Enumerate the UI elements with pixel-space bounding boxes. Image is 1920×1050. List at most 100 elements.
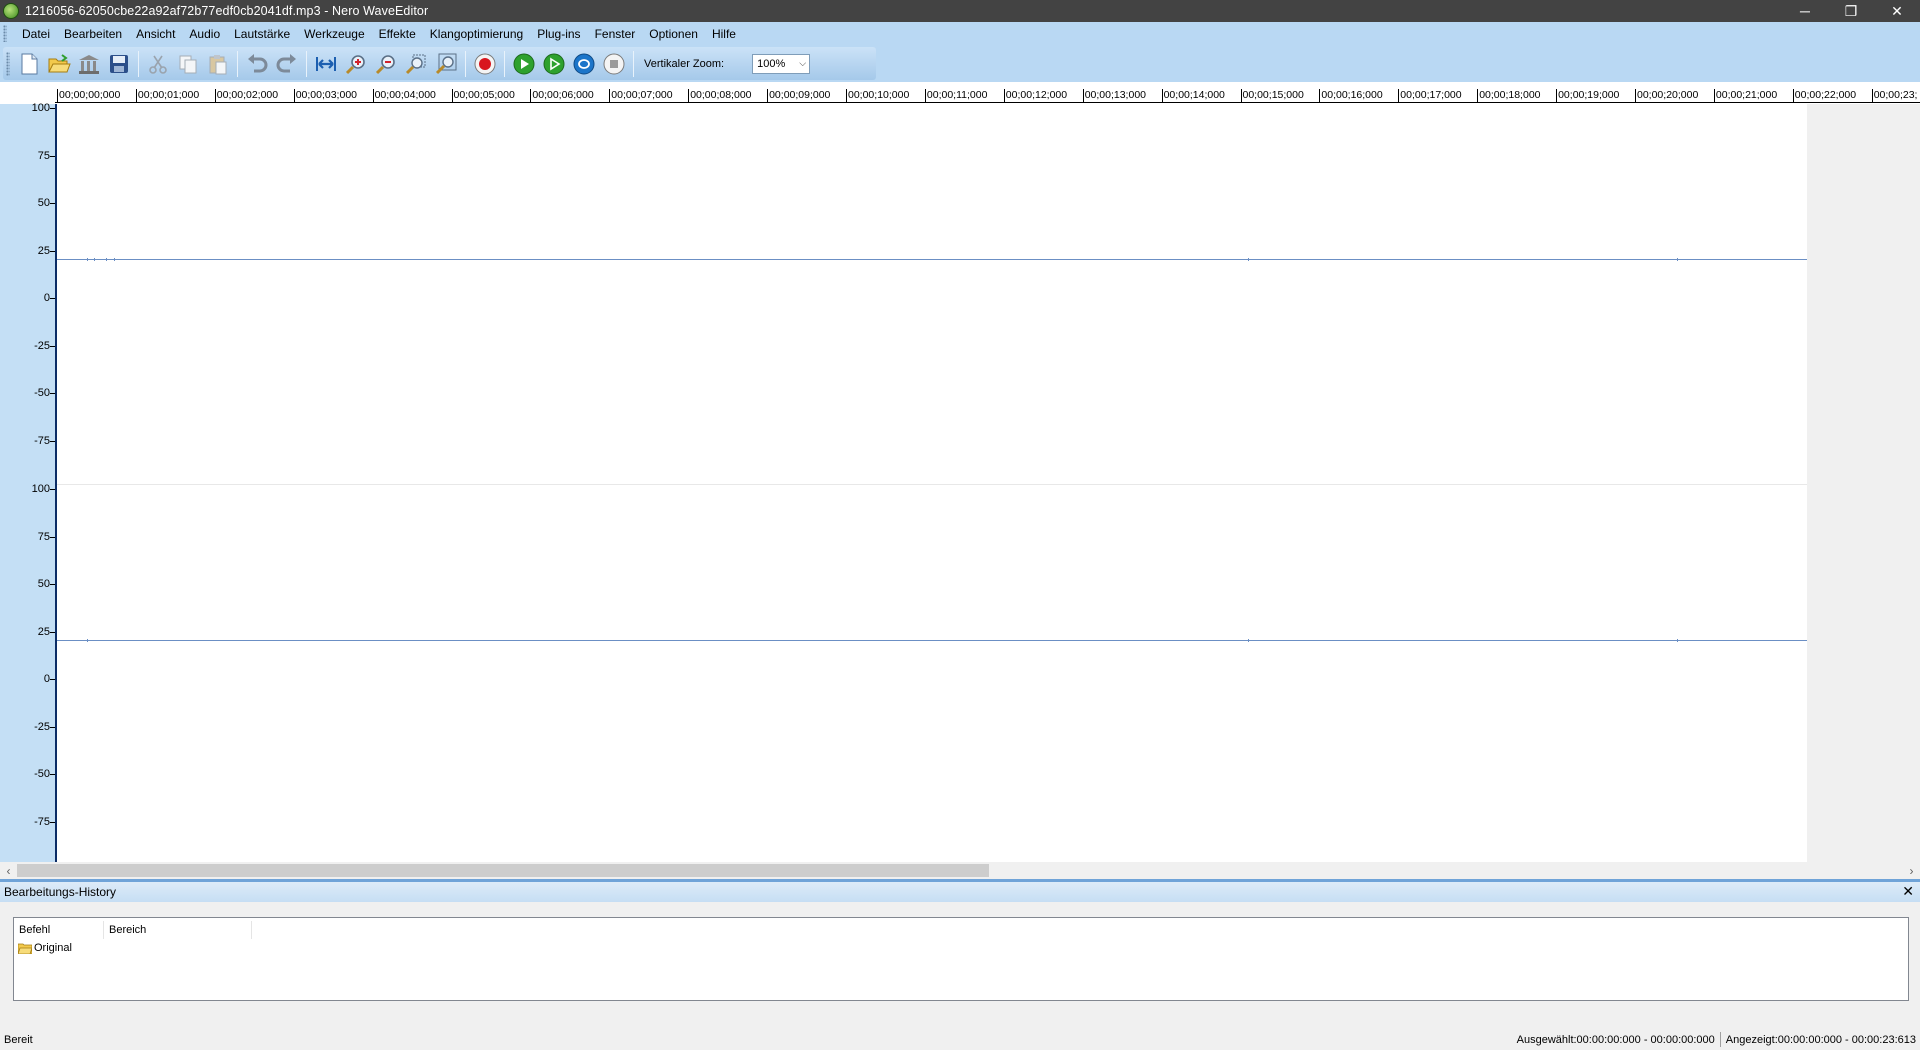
column-header-bereich[interactable]: Bereich	[104, 921, 252, 939]
loop-button[interactable]	[569, 49, 599, 79]
amplitude-label: 75	[37, 530, 50, 543]
history-list[interactable]: Befehl Bereich Original	[13, 917, 1909, 1001]
ruler-tick	[924, 89, 926, 103]
menu-lautstaerke[interactable]: Lautstärke	[227, 22, 297, 45]
cut-icon	[149, 55, 167, 74]
toolbar-grip[interactable]	[6, 51, 10, 76]
copy-button[interactable]	[173, 49, 203, 79]
history-row[interactable]: Original	[18, 942, 72, 954]
ruler-label: 00;00;15;000	[1242, 89, 1304, 101]
time-ruler[interactable]: 00;00;00;000 00;00;01;000 00;00;02;000 00;0…	[55, 86, 1920, 104]
ruler-label: 00;00;03;000	[295, 89, 357, 101]
menu-ansicht[interactable]: Ansicht	[129, 22, 182, 45]
ruler-label: 00;00;00;000	[59, 89, 121, 101]
library-button[interactable]	[74, 49, 104, 79]
undo-icon	[248, 53, 268, 72]
toolbar-area: Vertikaler Zoom: 100% ⌵	[0, 45, 1920, 82]
menu-grip[interactable]	[3, 25, 7, 42]
menu-fenster[interactable]: Fenster	[588, 22, 643, 45]
menu-werkzeuge[interactable]: Werkzeuge	[297, 22, 371, 45]
menu-hilfe[interactable]: Hilfe	[705, 22, 743, 45]
paste-button[interactable]	[203, 49, 233, 79]
channel-separator	[57, 484, 1807, 485]
zoom-selection-button[interactable]	[401, 49, 431, 79]
loop-icon	[573, 53, 595, 74]
close-button[interactable]: ✕	[1874, 0, 1920, 22]
fit-width-button[interactable]	[311, 49, 341, 79]
amplitude-tick	[50, 298, 55, 299]
ruler-tick	[1240, 89, 1242, 103]
menu-datei[interactable]: Datei	[15, 22, 57, 45]
history-close-button[interactable]: ✕	[1902, 883, 1914, 900]
channel2-waveform	[57, 640, 1807, 641]
zoom-fit-button[interactable]	[431, 49, 461, 79]
menu-audio[interactable]: Audio	[182, 22, 227, 45]
folder-icon	[18, 943, 32, 954]
menu-plugins[interactable]: Plug-ins	[530, 22, 587, 45]
amplitude-tick	[50, 489, 55, 490]
amplitude-label: -75	[34, 434, 50, 447]
zoom-fit-icon	[435, 53, 457, 74]
status-ready: Bereit	[4, 1033, 33, 1046]
waveform-blip	[94, 258, 95, 261]
play-button[interactable]	[509, 49, 539, 79]
menu-bearbeiten[interactable]: Bearbeiten	[57, 22, 129, 45]
amplitude-tick	[50, 631, 55, 633]
record-icon	[474, 53, 496, 74]
zoom-out-button[interactable]	[371, 49, 401, 79]
status-shown-range: Angezeigt:00:00:00:000 - 00:00:23:613	[1725, 1033, 1916, 1046]
new-file-button[interactable]	[14, 49, 44, 79]
toolbar-separator	[306, 50, 307, 77]
play-selection-button[interactable]	[539, 49, 569, 79]
amplitude-label: -50	[34, 768, 50, 780]
ruler-tick	[1398, 89, 1400, 103]
ruler-tick	[451, 89, 453, 103]
vertical-zoom-select[interactable]: 100% ⌵	[752, 53, 811, 74]
restore-button[interactable]: ❐	[1828, 0, 1874, 22]
status-selected-range: Ausgewählt:00:00:00:000 - 00:00:00:000	[1516, 1033, 1715, 1046]
ruler-label: 00;00;19;000	[1558, 89, 1620, 101]
record-button[interactable]	[470, 49, 500, 79]
ruler-label: 00;00;10;000	[848, 89, 910, 101]
redo-button[interactable]	[272, 49, 302, 79]
zoom-in-button[interactable]	[341, 49, 371, 79]
redo-icon	[276, 53, 296, 72]
play-selection-icon	[543, 53, 565, 74]
amplitude-label: 50	[37, 578, 50, 590]
waveform-canvas[interactable]	[57, 104, 1807, 863]
amplitude-axis: 100 75 50 25 0 -25 -50 -75 100 75 50 25 0 -25 -50 -75	[0, 102, 57, 863]
column-header-befehl[interactable]: Befehl	[14, 921, 104, 939]
horizontal-scrollbar[interactable]: ‹ ›	[0, 862, 1920, 879]
scroll-right-button[interactable]: ›	[1903, 862, 1920, 879]
vertical-zoom-label: Vertikaler Zoom:	[644, 57, 725, 70]
waveform-blip	[87, 639, 88, 642]
ruler-tick	[767, 89, 769, 103]
zoom-out-icon	[375, 54, 395, 74]
menu-klangoptimierung[interactable]: Klangoptimierung	[423, 22, 530, 45]
minimize-button[interactable]: ─	[1782, 0, 1828, 22]
ruler-label: 00;00;07;000	[611, 89, 673, 101]
undo-button[interactable]	[242, 49, 272, 79]
ruler-tick	[1792, 89, 1794, 103]
chevron-down-icon: ⌵	[799, 58, 807, 68]
ruler-tick	[214, 89, 216, 103]
menu-optionen[interactable]: Optionen	[642, 22, 705, 45]
zoom-in-icon	[345, 54, 365, 74]
main-toolbar: Vertikaler Zoom: 100% ⌵	[3, 47, 876, 80]
amplitude-tick	[50, 679, 55, 680]
ruler-tick	[530, 89, 532, 103]
scroll-left-button[interactable]: ‹	[0, 862, 17, 879]
save-button[interactable]	[104, 49, 134, 79]
amplitude-tick	[50, 536, 55, 538]
cut-button[interactable]	[143, 49, 173, 79]
toolbar-separator	[504, 50, 505, 77]
open-button[interactable]	[44, 49, 74, 79]
ruler-tick	[688, 89, 690, 103]
stop-button[interactable]	[599, 49, 629, 79]
ruler-tick	[135, 89, 137, 103]
menu-effekte[interactable]: Effekte	[372, 22, 423, 45]
ruler-tick	[846, 89, 847, 103]
ruler-label: 00;00;08;000	[690, 89, 752, 101]
waveform-blip	[1677, 639, 1678, 642]
scrollbar-thumb[interactable]	[17, 864, 989, 877]
